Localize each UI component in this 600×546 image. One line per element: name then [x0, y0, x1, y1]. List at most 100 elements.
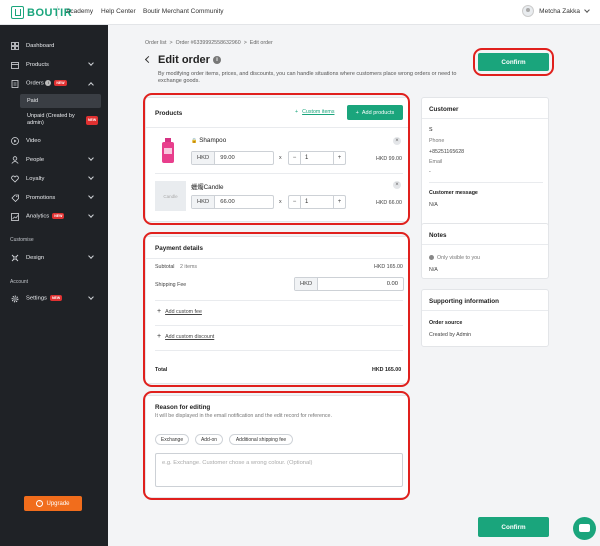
chevron-down-icon [88, 193, 94, 199]
sidebar-subitem-label: Paid [27, 98, 39, 104]
sidebar-item-loyalty[interactable]: Loyalty [0, 170, 108, 187]
customer-title: Customer [429, 106, 459, 113]
avatar [522, 5, 535, 17]
section-account: Account [10, 279, 29, 285]
breadcrumb-separator: > [243, 40, 247, 46]
sidebar-item-dashboard[interactable]: Dashboard [0, 37, 108, 54]
notes-visibility: Only visible to you [429, 255, 480, 261]
breadcrumb: Order list > Order #6339992558632960 > E… [145, 40, 273, 46]
analytics-icon [11, 212, 19, 221]
notes-value[interactable]: N/A [429, 267, 438, 273]
order-source-label: Order source [429, 320, 463, 326]
percent-icon [11, 194, 19, 202]
gear-icon [11, 295, 19, 302]
chevron-down-icon [88, 174, 94, 180]
sidebar-item-design[interactable]: Design [0, 249, 108, 266]
sidebar-item-label: Dashboard [26, 42, 55, 49]
chevron-down-icon [88, 60, 94, 66]
sidebar-item-label: Video [26, 137, 41, 144]
sidebar-item-label-wrap: Orders i NEW [26, 80, 67, 87]
info-icon: i [45, 80, 52, 87]
new-badge: NEW [54, 80, 67, 87]
chat-icon[interactable] [573, 517, 596, 540]
new-badge: NEW [52, 213, 65, 220]
boutir-logo[interactable]: BOUTIR [11, 5, 72, 20]
sidebar-item-settings[interactable]: Settings NEW [0, 290, 108, 307]
chevron-up-icon [88, 82, 94, 88]
confirm-label: Confirm [501, 58, 526, 66]
breadcrumb-order[interactable]: Order #6339992558632960 [176, 40, 241, 46]
supporting-card: Supporting information Order source Crea… [421, 289, 549, 347]
chevron-down-icon [88, 294, 94, 300]
upgrade-button[interactable]: ↑ Upgrade [24, 496, 82, 511]
notes-visibility-text: Only visible to you [437, 255, 480, 261]
help-center-link[interactable]: Help Center [101, 8, 136, 15]
sidebar-item-label-wrap: Settings NEW [26, 295, 63, 302]
chevron-down-icon [584, 7, 590, 13]
breadcrumb-order-list[interactable]: Order list [145, 40, 167, 46]
customer-card: Customer S Phone +85251165628 Email - Cu… [421, 97, 549, 238]
sidebar-item-promotions[interactable]: Promotions [0, 189, 108, 206]
user-name: Metcha Zakka [539, 7, 580, 15]
email-value: - [429, 169, 431, 175]
play-icon [11, 136, 19, 145]
upgrade-label: Upgrade [46, 500, 70, 507]
customer-name: S [429, 127, 433, 133]
breadcrumb-current: Edit order [249, 40, 273, 46]
chevron-down-icon [88, 253, 94, 259]
logo-icon [11, 6, 24, 19]
page-title-text: Edit order [158, 54, 210, 66]
sidebar-subitem-unpaid[interactable]: Unpaid (Created by admin) NEW [20, 113, 101, 127]
chevron-down-icon [88, 212, 94, 218]
order-source-value: Created by Admin [429, 332, 472, 338]
sidebar-item-video[interactable]: Video [0, 132, 108, 149]
confirm-label: Confirm [501, 523, 526, 531]
notes-title: Notes [429, 232, 447, 239]
sidebar-item-label: Settings [26, 295, 47, 302]
sidebar-item-analytics[interactable]: Analytics NEW [0, 208, 108, 225]
divider [422, 244, 548, 245]
highlight-box [143, 232, 410, 387]
sidebar-item-people[interactable]: People [0, 151, 108, 168]
confirm-button[interactable]: Confirm [478, 53, 549, 71]
new-badge: NEW [86, 116, 99, 125]
sidebar: Dashboard Products Orders i NEW Paid Unpa… [0, 25, 108, 546]
sidebar-subitem-label: Unpaid (Created by admin) [27, 113, 75, 126]
academy-link[interactable]: Academy [66, 8, 93, 15]
box-icon [11, 61, 19, 69]
info-icon[interactable]: i [212, 56, 221, 65]
message-label: Customer message [429, 190, 478, 196]
heart-icon [11, 175, 19, 183]
page-description: By modifying order items, prices, and di… [158, 71, 457, 84]
design-icon [11, 254, 19, 261]
sidebar-item-products[interactable]: Products [0, 56, 108, 73]
sidebar-item-label: Design [26, 254, 45, 261]
user-menu[interactable]: Metcha Zakka [522, 5, 590, 17]
notes-card: Notes Only visible to you N/A [421, 223, 549, 279]
message-value: N/A [429, 202, 438, 208]
divider [57, 6, 58, 19]
sidebar-item-orders[interactable]: Orders i NEW [0, 75, 108, 92]
people-icon [11, 155, 19, 164]
page-title: Edit order i [158, 54, 221, 66]
divider [429, 182, 543, 183]
orders-icon [11, 79, 19, 88]
new-badge: NEW [49, 295, 63, 302]
top-bar: BOUTIR Academy Help Center Boutir Mercha… [0, 0, 600, 25]
info-icon [429, 255, 434, 261]
sidebar-item-label: Promotions [26, 194, 56, 201]
highlight-box [143, 93, 410, 225]
main-content: Order list > Order #6339992558632960 > E… [108, 25, 600, 546]
phone-label: Phone [429, 138, 445, 144]
dashboard-icon [11, 41, 19, 50]
sidebar-item-label: People [26, 156, 45, 163]
sidebar-item-label: Loyalty [26, 175, 45, 182]
section-customise: Customise [10, 237, 34, 243]
upgrade-icon: ↑ [36, 500, 44, 507]
email-label: Email [429, 159, 443, 165]
divider [422, 118, 548, 119]
community-link[interactable]: Boutir Merchant Community [143, 8, 224, 15]
sidebar-subitem-paid[interactable]: Paid [20, 94, 101, 108]
back-arrow-icon[interactable] [144, 55, 153, 64]
confirm-button-bottom[interactable]: Confirm [478, 517, 549, 537]
